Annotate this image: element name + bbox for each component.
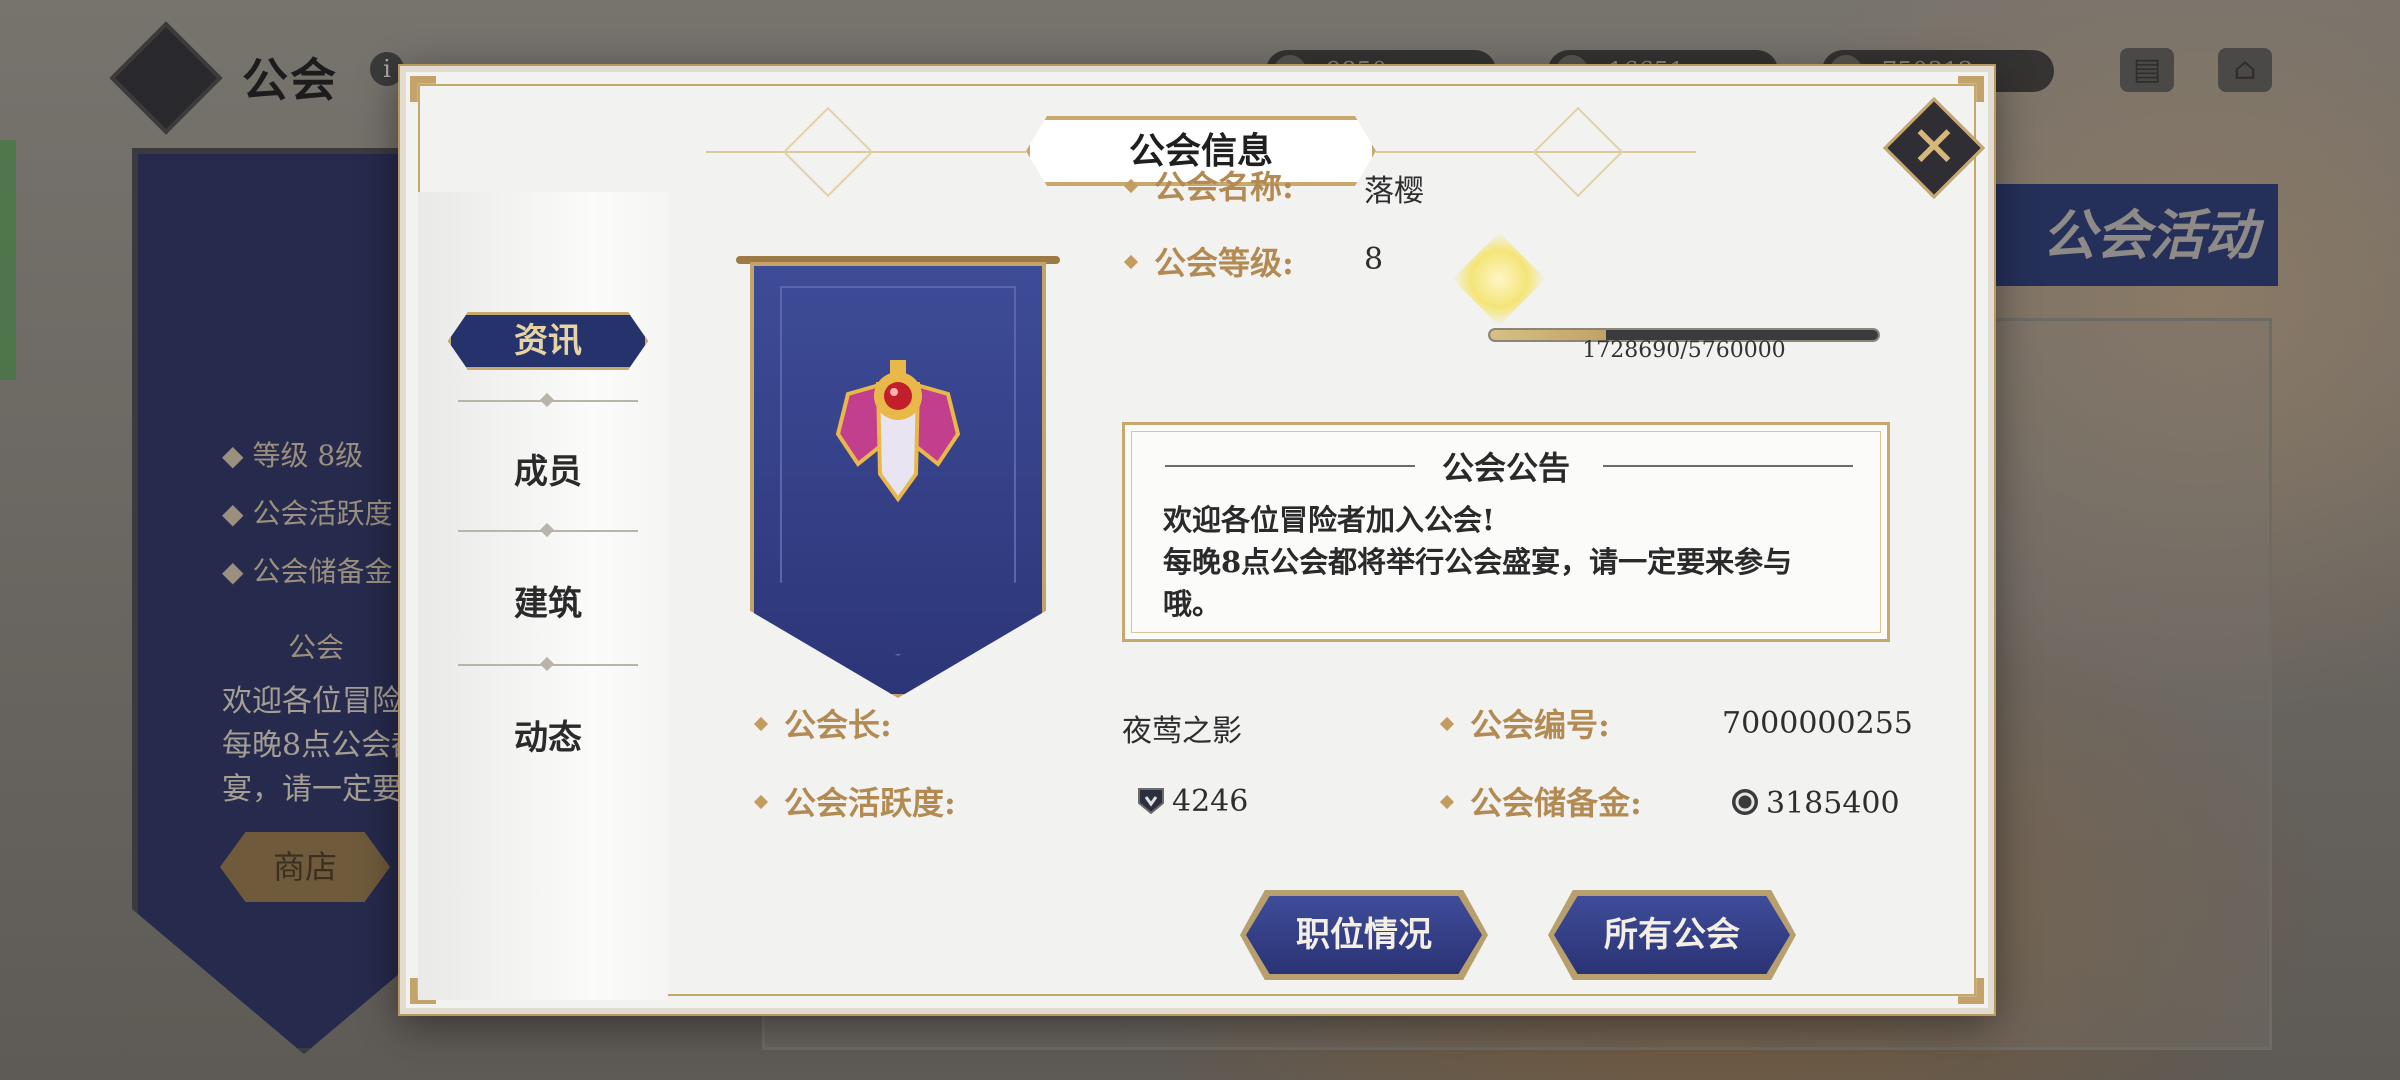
guild-reserve-value-wrap: 3185400 <box>1730 786 1900 821</box>
announcement-line: 哦。 <box>1163 587 1222 621</box>
home-icon[interactable]: ⌂ <box>2218 48 2272 92</box>
bg-announce-line: 欢迎各位冒险 <box>222 684 402 719</box>
bg-activity-label: ◆ 公会活跃度 <box>222 497 393 530</box>
guild-name-value: 落樱 <box>1364 174 1424 209</box>
close-icon: ✕ <box>1910 115 1958 180</box>
header-diamond-ornament <box>1532 106 1624 198</box>
close-button[interactable]: ✕ <box>1883 97 1985 199</box>
page-title: 公会 <box>242 53 338 107</box>
guild-xp-text: 1728690/5760000 <box>1582 338 1786 363</box>
bg-announce-line: 宴，请一定要 <box>222 772 402 807</box>
bg-announce-line: 每晚8点公会都 <box>222 728 422 763</box>
all-guilds-button[interactable]: 所有公会 <box>1554 896 1790 974</box>
guild-leader-label: 公会长: <box>756 700 892 746</box>
announcement-title: 公会公告 <box>1441 449 1570 487</box>
guild-emblem-icon <box>835 360 961 503</box>
guild-name-label: 公会名称: <box>1126 162 1294 208</box>
nav-divider <box>458 530 638 532</box>
guild-id-value: 7000000255 <box>1722 706 1913 741</box>
info-icon[interactable]: i <box>370 52 404 86</box>
tab-news[interactable]: 资讯 <box>448 312 648 370</box>
tab-activity-log[interactable]: 动态 <box>448 710 648 759</box>
nav-divider <box>458 400 638 402</box>
bg-level-label: ◆ 等级 8级 <box>222 439 364 472</box>
guild-activity-value: 4246 <box>1172 784 1249 819</box>
bg-reserve-label: ◆ 公会储备金 <box>222 555 393 588</box>
positions-button[interactable]: 职位情况 <box>1246 896 1482 974</box>
guild-reserve-label: 公会储备金: <box>1442 778 1642 824</box>
shop-button[interactable]: 商店 <box>220 832 390 902</box>
corner-ornament <box>410 76 436 102</box>
side-nav: 资讯 成员 建筑 动态 <box>418 192 668 1000</box>
guild-info-dialog: 公会信息 ✕ 资讯 成员 建筑 动态 公会名称: 落樱 公会等级: 8 1728… <box>400 66 1994 1014</box>
guild-level-value: 8 <box>1364 242 1384 277</box>
left-edge-strip <box>0 140 16 380</box>
guild-level-label: 公会等级: <box>1126 238 1294 284</box>
corner-ornament <box>1958 76 1984 102</box>
guild-logo-icon <box>109 21 223 135</box>
level-gem-icon <box>1452 232 1546 326</box>
guild-reserve-value: 3185400 <box>1766 786 1900 821</box>
announcement-body: 欢迎各位冒险者加入公会! 每晚8点公会都将举行公会盛宴，请一定要来参与 哦。 <box>1163 499 1863 625</box>
announcement-box: 公会公告 欢迎各位冒险者加入公会! 每晚8点公会都将举行公会盛宴，请一定要来参与… <box>1122 422 1890 642</box>
corner-ornament <box>1958 978 1984 1004</box>
chat-icon[interactable]: ▤ <box>2120 48 2174 92</box>
nav-divider <box>458 664 638 666</box>
announcement-line: 每晚8点公会都将举行公会盛宴，请一定要来参与 <box>1163 545 1793 579</box>
guild-activity-label: 公会活跃度: <box>756 778 956 824</box>
tab-members[interactable]: 成员 <box>448 444 648 493</box>
guild-leader-value: 夜莺之影 <box>1122 714 1242 749</box>
coin-icon <box>1732 789 1758 815</box>
guild-activity-banner[interactable]: 公会活动 <box>1996 184 2278 286</box>
guild-activity-value-wrap: 4246 <box>1136 784 1248 819</box>
announcement-line: 欢迎各位冒险者加入公会! <box>1163 503 1495 537</box>
tab-buildings[interactable]: 建筑 <box>448 576 648 625</box>
bg-announce-head: 公会 <box>288 631 345 664</box>
activity-shield-icon <box>1138 788 1164 815</box>
header-diamond-ornament <box>782 106 874 198</box>
guild-id-label: 公会编号: <box>1442 700 1610 746</box>
